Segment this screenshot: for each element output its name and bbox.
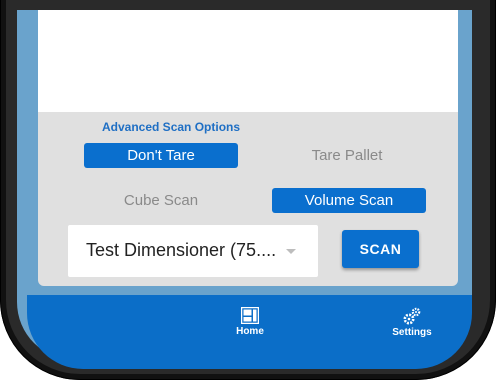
home-dashboard-icon bbox=[241, 307, 259, 324]
dimensioner-select[interactable]: Test Dimensioner (75.... bbox=[68, 225, 318, 277]
advanced-scan-options-title: Advanced Scan Options bbox=[102, 120, 241, 134]
tare-pallet-button[interactable]: Tare Pallet bbox=[270, 143, 424, 168]
dropdown-arrow-icon bbox=[286, 249, 296, 254]
content-area bbox=[38, 10, 458, 112]
cube-scan-button[interactable]: Cube Scan bbox=[86, 188, 236, 213]
nav-settings-label: Settings bbox=[392, 327, 432, 338]
nav-settings[interactable]: Settings bbox=[384, 307, 440, 338]
volume-scan-button[interactable]: Volume Scan bbox=[272, 188, 426, 213]
dimensioner-select-value: Test Dimensioner (75.... bbox=[86, 240, 277, 260]
bottom-navigation-bar: Home Settings bbox=[27, 295, 472, 369]
gears-icon bbox=[403, 307, 421, 325]
scan-button[interactable]: SCAN bbox=[342, 230, 419, 268]
nav-home-label: Home bbox=[236, 326, 264, 337]
scan-options-panel: Advanced Scan Options Don't Tare Tare Pa… bbox=[38, 112, 458, 286]
nav-home[interactable]: Home bbox=[225, 307, 275, 337]
dont-tare-button[interactable]: Don't Tare bbox=[84, 143, 238, 168]
